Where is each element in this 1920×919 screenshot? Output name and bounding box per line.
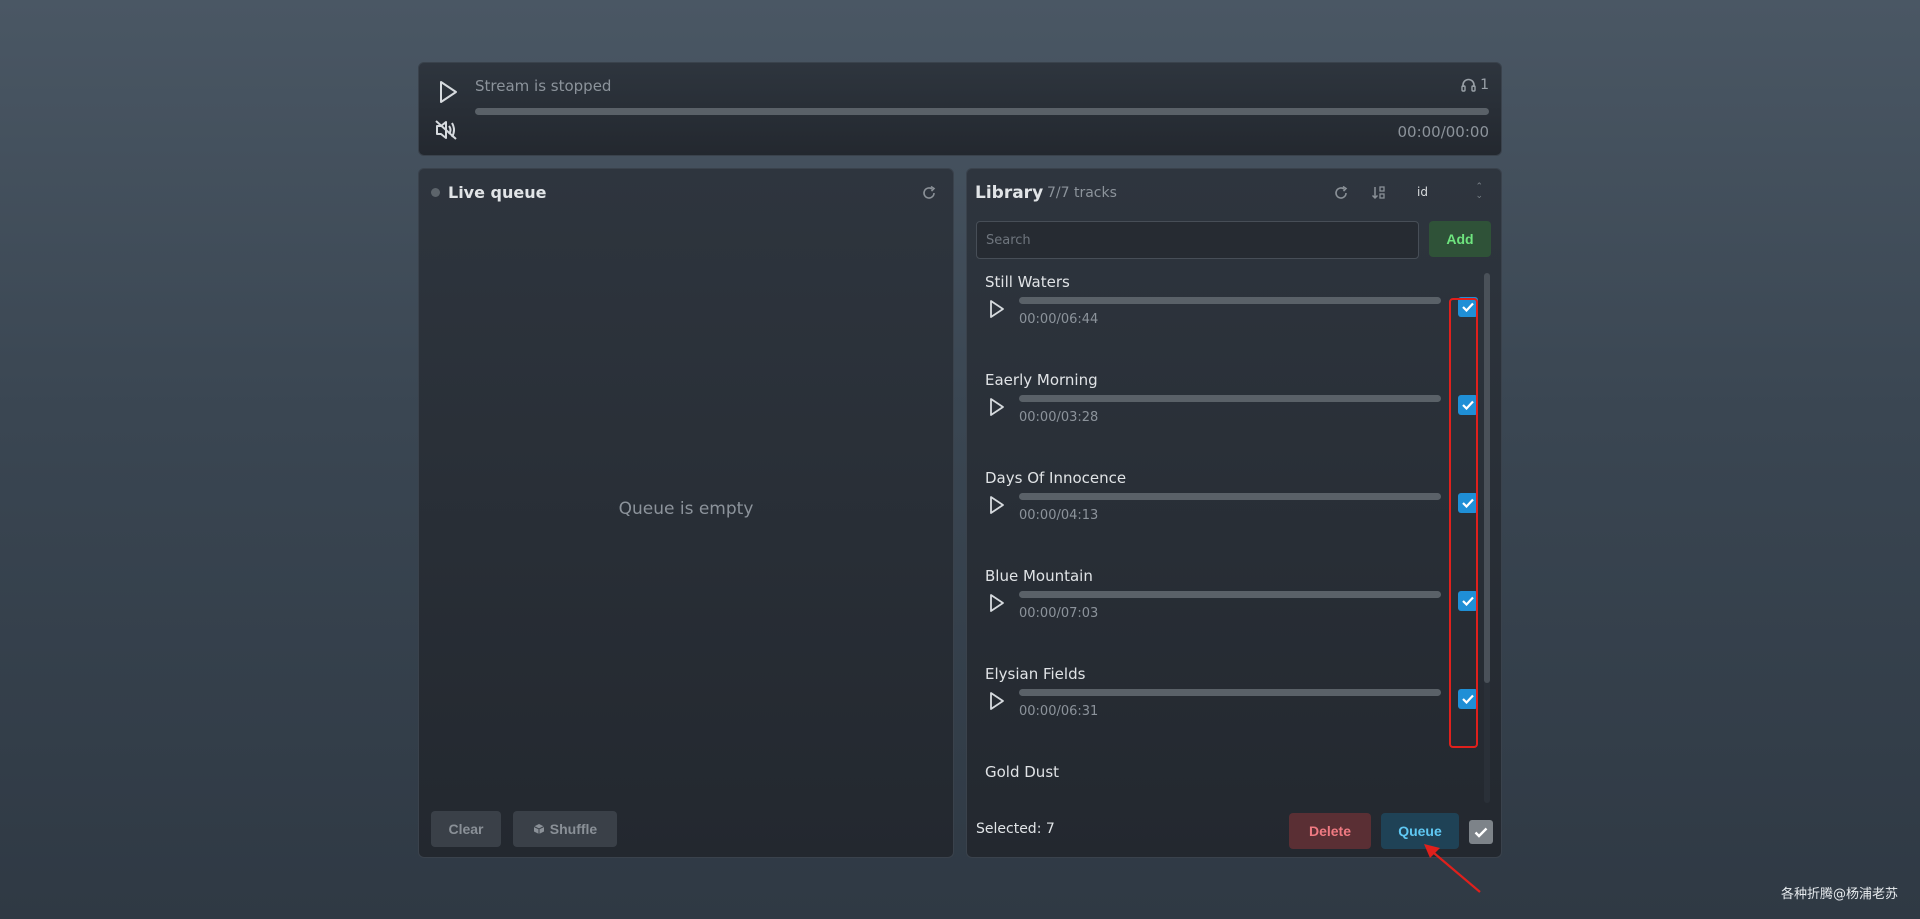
sort-direction-button[interactable]: [1371, 185, 1387, 201]
selected-count: Selected: 7: [976, 821, 1055, 837]
track-checkbox[interactable]: [1458, 689, 1478, 709]
track-title: Eaerly Morning: [985, 371, 1098, 389]
play-icon: [990, 300, 1004, 318]
track-item: Elysian Fields 00:00/06:31: [985, 665, 1485, 755]
checkmark-icon: [1462, 498, 1474, 508]
track-progress-bar[interactable]: [1019, 395, 1441, 402]
track-time: 00:00/06:31: [1019, 704, 1099, 719]
stream-time: 00:00/00:00: [1397, 123, 1489, 141]
listener-count: 1: [1461, 77, 1489, 93]
delete-button[interactable]: Delete: [1289, 813, 1371, 849]
library-refresh-button[interactable]: [1333, 185, 1349, 201]
library-title: Library: [975, 183, 1044, 203]
track-progress-bar[interactable]: [1019, 689, 1441, 696]
track-time: 00:00/03:28: [1019, 410, 1099, 425]
sort-field-select[interactable]: id ⌃ ⌄: [1411, 179, 1491, 205]
queue-button[interactable]: Queue: [1381, 813, 1459, 849]
track-time: 00:00/06:44: [1019, 312, 1099, 327]
queue-header: Live queue: [431, 183, 546, 202]
checkmark-icon: [1462, 302, 1474, 312]
sort-icon: [1371, 186, 1385, 200]
library-panel: Library 7/7 tracks id ⌃⌄ Add Still Water…: [966, 168, 1502, 858]
headphones-icon: [1461, 78, 1476, 92]
play-icon: [990, 594, 1004, 612]
mute-button[interactable]: [431, 115, 461, 145]
track-checkbox[interactable]: [1458, 591, 1478, 611]
track-title: Blue Mountain: [985, 567, 1093, 585]
refresh-icon: [923, 185, 936, 199]
play-icon: [990, 398, 1004, 416]
player-bar: Stream is stopped 1 00:00/00:00: [418, 62, 1502, 156]
track-list: Still Waters 00:00/06:44 Eaerly Morning …: [967, 273, 1487, 803]
queue-status-dot: [431, 188, 440, 197]
track-checkbox[interactable]: [1458, 493, 1478, 513]
play-icon: [990, 496, 1004, 514]
play-icon: [990, 692, 1004, 710]
queue-refresh-button[interactable]: [921, 185, 937, 201]
track-item: Gold Dust: [985, 763, 1485, 803]
track-title: Gold Dust: [985, 763, 1060, 781]
live-queue-panel: Live queue Queue is empty Clear Shuffle: [418, 168, 954, 858]
shuffle-label: Shuffle: [549, 821, 598, 837]
scrollbar-thumb[interactable]: [1484, 273, 1490, 683]
sort-field-value: id: [1417, 185, 1428, 199]
checkmark-icon: [1462, 596, 1474, 606]
track-progress-bar[interactable]: [1019, 493, 1441, 500]
track-play-button[interactable]: [985, 689, 1009, 713]
add-button[interactable]: Add: [1429, 221, 1491, 257]
cube-icon: [533, 824, 544, 834]
play-icon: [440, 81, 457, 103]
track-time: 00:00/07:03: [1019, 606, 1099, 621]
checkmark-icon: [1462, 400, 1474, 410]
select-caret-icon: ⌃ ⌄: [1475, 182, 1483, 201]
checkmark-icon: [1462, 694, 1474, 704]
shuffle-button[interactable]: Shuffle: [513, 811, 617, 847]
track-checkbox[interactable]: [1458, 395, 1478, 415]
track-play-button[interactable]: [985, 591, 1009, 615]
track-list-scrollbar[interactable]: [1484, 273, 1490, 803]
track-play-button[interactable]: [985, 297, 1009, 321]
track-title: Days Of Innocence: [985, 469, 1127, 487]
queue-title: Live queue: [448, 183, 547, 202]
track-item: Days Of Innocence 00:00/04:13: [985, 469, 1485, 559]
track-progress-bar[interactable]: [1019, 591, 1441, 598]
track-item: Eaerly Morning 00:00/03:28: [985, 371, 1485, 461]
stream-status: Stream is stopped: [475, 77, 612, 95]
stream-progress-bar[interactable]: [475, 108, 1489, 115]
refresh-icon: [1335, 185, 1348, 199]
clear-button[interactable]: Clear: [431, 811, 501, 847]
track-title: Elysian Fields: [985, 665, 1086, 683]
track-title: Still Waters: [985, 273, 1070, 291]
queue-empty-message: Queue is empty: [618, 499, 754, 519]
library-search-input[interactable]: [976, 221, 1419, 259]
stream-play-button[interactable]: [433, 77, 463, 107]
track-play-button[interactable]: [985, 395, 1009, 419]
library-track-count: 7/7 tracks: [1047, 185, 1117, 201]
track-play-button[interactable]: [985, 493, 1009, 517]
watermark: 各种折腾@杨浦老苏: [1780, 887, 1898, 902]
track-checkbox[interactable]: [1458, 297, 1478, 317]
track-item: Blue Mountain 00:00/07:03: [985, 567, 1485, 657]
volume-muted-icon: [435, 120, 457, 140]
track-progress-bar[interactable]: [1019, 297, 1441, 304]
checkmark-icon: [1474, 827, 1488, 838]
listener-count-value: 1: [1480, 77, 1489, 93]
track-time: 00:00/04:13: [1019, 508, 1099, 523]
select-all-checkbox[interactable]: [1469, 820, 1493, 844]
track-item: Still Waters 00:00/06:44: [985, 273, 1485, 363]
